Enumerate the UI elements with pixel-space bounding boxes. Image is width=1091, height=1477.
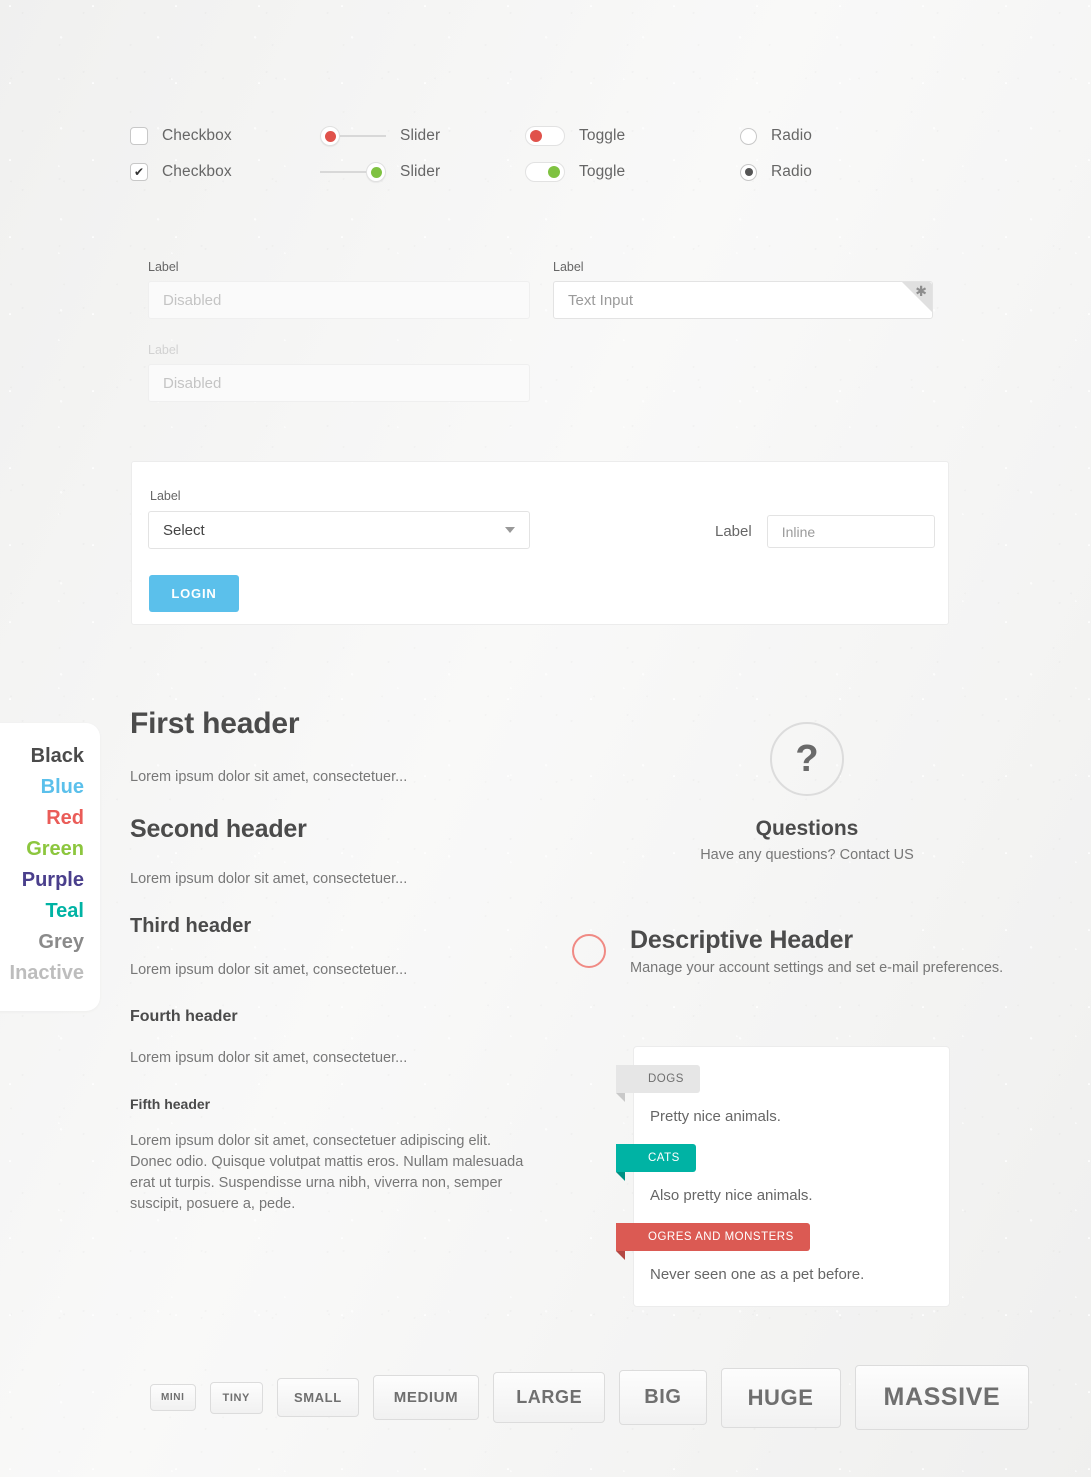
toggle-control-1[interactable]: Toggle bbox=[525, 126, 740, 146]
fifth-header-body: Lorem ipsum dolor sit amet, consectetuer… bbox=[130, 1133, 524, 1213]
swatch-blue: Blue bbox=[40, 776, 84, 798]
inline-label: Label bbox=[715, 523, 752, 540]
left-inputs-group: Label Label bbox=[148, 260, 530, 402]
checkbox-control-1[interactable]: Checkbox bbox=[130, 127, 320, 145]
ribbon-card: DOGS Pretty nice animals. CATS Also pret… bbox=[616, 1046, 950, 1307]
radio-control-1[interactable]: Radio bbox=[740, 127, 940, 145]
button-big[interactable]: BIG bbox=[619, 1370, 707, 1425]
button-medium[interactable]: MEDIUM bbox=[372, 1375, 480, 1420]
third-header: Third header bbox=[130, 915, 252, 938]
questions-title: Questions bbox=[755, 817, 859, 840]
color-palette-card: Black Blue Red Green Purple Teal Grey In… bbox=[0, 723, 100, 1011]
swatch-grey: Grey bbox=[38, 931, 84, 953]
second-header-body: Lorem ipsum dolor sit amet, consectetuer… bbox=[130, 871, 408, 888]
controls-section: Checkbox Slider Toggle Radio ✔ Checkbox bbox=[130, 118, 960, 190]
button-mini[interactable]: MINI bbox=[150, 1384, 196, 1411]
slider-label: Slider bbox=[400, 127, 441, 144]
ribbon-tag-ogres: OGRES AND MONSTERS bbox=[616, 1223, 810, 1260]
select-value: Select bbox=[163, 521, 205, 539]
input-label-muted: Label bbox=[148, 343, 179, 357]
typography-section: First header Lorem ipsum dolor sit amet,… bbox=[130, 707, 550, 1215]
ribbon-tag-label: OGRES AND MONSTERS bbox=[616, 1223, 810, 1251]
swatch-teal: Teal bbox=[45, 900, 84, 922]
circle-icon bbox=[572, 934, 606, 968]
swatch-black: Black bbox=[30, 745, 84, 767]
right-input-group: Label ✱ bbox=[553, 260, 933, 319]
toggle-label: Toggle bbox=[579, 163, 626, 180]
checkbox-control-2[interactable]: ✔ Checkbox bbox=[130, 163, 320, 181]
toggle-switch[interactable] bbox=[525, 126, 565, 146]
chevron-down-icon bbox=[505, 527, 515, 533]
ribbon-tag-label: CATS bbox=[616, 1144, 696, 1172]
select-dropdown[interactable]: Select bbox=[148, 511, 530, 549]
ribbon-tag-dogs: DOGS bbox=[616, 1065, 700, 1102]
descriptive-header-block: Descriptive Header Manage your account s… bbox=[572, 926, 1003, 976]
checkbox-label: Checkbox bbox=[162, 127, 232, 144]
button-tiny[interactable]: TINY bbox=[209, 1381, 263, 1414]
controls-row-1: Checkbox Slider Toggle Radio bbox=[130, 118, 960, 154]
ribbon-fold bbox=[616, 1093, 625, 1102]
second-header: Second header bbox=[130, 815, 307, 844]
slider-control-2[interactable]: Slider bbox=[320, 162, 525, 182]
asterisk-icon: ✱ bbox=[915, 283, 927, 299]
swatch-red: Red bbox=[46, 807, 84, 829]
swatch-purple: Purple bbox=[21, 869, 84, 891]
ribbon-text-cats: Also pretty nice animals. bbox=[650, 1187, 813, 1204]
toggle-control-2[interactable]: Toggle bbox=[525, 162, 740, 182]
text-input[interactable] bbox=[553, 281, 933, 319]
swatch-green: Green bbox=[26, 838, 84, 860]
toggle-label: Toggle bbox=[579, 127, 626, 144]
button-size-row: MINI TINY SMALL MEDIUM LARGE BIG HUGE MA… bbox=[150, 1365, 1030, 1430]
slider-handle[interactable] bbox=[366, 162, 386, 182]
slider-track-widget[interactable] bbox=[320, 126, 386, 146]
radio-label: Radio bbox=[771, 163, 812, 180]
toggle-switch[interactable] bbox=[525, 162, 565, 182]
controls-row-2: ✔ Checkbox Slider Toggle Radio bbox=[130, 154, 960, 190]
disabled-input-2[interactable] bbox=[148, 364, 530, 402]
button-large[interactable]: LARGE bbox=[493, 1372, 606, 1423]
inline-field-row: Label bbox=[715, 515, 935, 548]
disabled-input-1[interactable] bbox=[148, 281, 530, 319]
questions-subtitle: Have any questions? Contact US bbox=[700, 847, 914, 863]
button-small[interactable]: SMALL bbox=[276, 1378, 359, 1417]
questions-block: ? Questions Have any questions? Contact … bbox=[660, 722, 954, 863]
slider-control-1[interactable]: Slider bbox=[320, 126, 525, 146]
radio-label: Radio bbox=[771, 127, 812, 144]
fourth-header-body: Lorem ipsum dolor sit amet, consectetuer… bbox=[130, 1050, 408, 1067]
slider-label: Slider bbox=[400, 163, 441, 180]
radio-selected-icon[interactable] bbox=[740, 163, 757, 181]
required-input-wrapper: ✱ bbox=[553, 281, 933, 319]
ribbon-fold bbox=[616, 1172, 625, 1181]
select-label: Label bbox=[150, 489, 181, 503]
checkbox-icon[interactable] bbox=[130, 127, 148, 145]
checkbox-label: Checkbox bbox=[162, 163, 232, 180]
login-button[interactable]: LOGIN bbox=[149, 575, 239, 612]
first-header: First header bbox=[130, 707, 300, 740]
swatch-inactive: Inactive bbox=[9, 962, 84, 984]
fifth-header: Fifth header bbox=[130, 1096, 211, 1113]
radio-icon[interactable] bbox=[740, 127, 757, 145]
button-massive[interactable]: MASSIVE bbox=[854, 1365, 1030, 1430]
inline-input[interactable] bbox=[766, 515, 935, 548]
slider-track-widget[interactable] bbox=[320, 162, 386, 182]
first-header-body: Lorem ipsum dolor sit amet, consectetuer… bbox=[130, 769, 408, 785]
fourth-header: Fourth header bbox=[130, 1008, 238, 1026]
button-huge[interactable]: HUGE bbox=[720, 1367, 841, 1428]
input-label: Label bbox=[148, 260, 179, 274]
ribbon-tag-cats: CATS bbox=[616, 1144, 696, 1181]
question-mark-icon: ? bbox=[770, 722, 844, 796]
ribbon-tag-label: DOGS bbox=[616, 1065, 700, 1093]
checkbox-checked-icon[interactable]: ✔ bbox=[130, 163, 148, 181]
third-header-body: Lorem ipsum dolor sit amet, consectetuer… bbox=[130, 962, 408, 979]
input-label: Label bbox=[553, 260, 584, 274]
descriptive-text-group: Descriptive Header Manage your account s… bbox=[630, 926, 1003, 976]
ribbon-text-ogres: Never seen one as a pet before. bbox=[650, 1266, 865, 1283]
descriptive-subtitle: Manage your account settings and set e-m… bbox=[630, 960, 1004, 976]
slider-handle[interactable] bbox=[320, 126, 340, 146]
radio-control-2[interactable]: Radio bbox=[740, 163, 940, 181]
ribbon-fold bbox=[616, 1251, 625, 1260]
descriptive-title: Descriptive Header bbox=[630, 926, 853, 954]
ribbon-text-dogs: Pretty nice animals. bbox=[650, 1108, 781, 1125]
